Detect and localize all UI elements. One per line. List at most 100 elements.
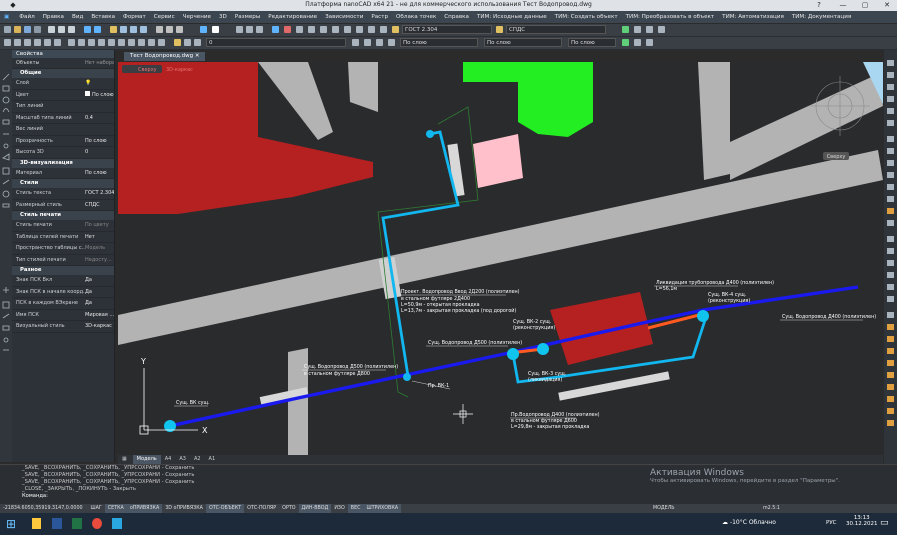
lock-icon[interactable]: [194, 39, 201, 46]
prop-row[interactable]: Высота 3D 0: [12, 147, 114, 159]
zoom-extents-icon[interactable]: [140, 26, 147, 33]
layout-tab[interactable]: A1: [205, 455, 220, 464]
menu-item[interactable]: Сервис: [150, 11, 179, 23]
excel-icon[interactable]: [72, 518, 82, 529]
prop-row[interactable]: Стиль печати По цвету: [12, 220, 114, 232]
word-icon[interactable]: [52, 518, 62, 529]
windows-start-icon[interactable]: ⊞: [6, 517, 16, 531]
menu-item[interactable]: Вид: [68, 11, 87, 23]
clock[interactable]: 13:13 30.12.2021: [846, 515, 878, 527]
prop-row[interactable]: Визуальный стиль 3D-каркас: [12, 321, 114, 333]
section-print[interactable]: Стиль печати: [12, 211, 114, 220]
prop-row[interactable]: Пространство таблицы с... Модель: [12, 243, 114, 255]
command-prompt[interactable]: Команда:: [0, 493, 897, 500]
prop-row[interactable]: Знак ПСК в начале коорд... Да: [12, 287, 114, 298]
prop-row[interactable]: Тип стилей печати Недосту...: [12, 255, 114, 266]
notifications-icon[interactable]: ▭: [880, 518, 889, 528]
annotation-scale[interactable]: m2.5:1: [760, 504, 783, 513]
status-toggle[interactable]: ШАГ: [87, 504, 104, 513]
new-file-icon[interactable]: [4, 26, 11, 33]
redo-icon[interactable]: [94, 26, 101, 33]
tool-icon[interactable]: [622, 39, 629, 46]
layout-tab[interactable]: A2: [190, 455, 205, 464]
menu-item[interactable]: Размеры: [231, 11, 264, 23]
cut-icon[interactable]: [48, 26, 55, 33]
modify-tools-icons[interactable]: [884, 50, 897, 464]
document-tab[interactable]: Тест Водопровод.dwg ✕: [124, 52, 206, 61]
print-icon[interactable]: [34, 26, 41, 33]
menu-item[interactable]: ТИМ: Автоматизация: [718, 11, 788, 23]
prop-row[interactable]: Стиль текста ГОСТ 2.304: [12, 188, 114, 200]
layer-prev-icon[interactable]: [352, 39, 359, 46]
menu-item[interactable]: Формат: [119, 11, 150, 23]
menu-app-icon[interactable]: ▣: [0, 11, 13, 23]
weather-widget[interactable]: ☁ -10°C Облачно: [722, 519, 776, 526]
status-toggle[interactable]: ОТС-ПОЛЯР: [244, 504, 279, 513]
prop-row[interactable]: Знак ПСК Вкл Да: [12, 275, 114, 287]
grid-icon[interactable]: [332, 26, 339, 33]
prop-row[interactable]: Размерный стиль СПДС: [12, 200, 114, 211]
minimize-icon[interactable]: —: [832, 0, 854, 11]
dim-style-select[interactable]: СПДС: [506, 25, 606, 34]
move-icon[interactable]: [68, 39, 75, 46]
paste-icon[interactable]: [68, 26, 75, 33]
undo-icon[interactable]: [84, 26, 91, 33]
color-select[interactable]: По слою: [400, 38, 478, 47]
explode-icon[interactable]: [158, 39, 165, 46]
prop-row[interactable]: ПСК в каждом ВЭкране Да: [12, 298, 114, 310]
section-styles[interactable]: Стили: [12, 179, 114, 188]
status-toggle[interactable]: ИЗО: [331, 504, 347, 513]
menu-item[interactable]: ТИМ: Документация: [788, 11, 855, 23]
view-icon[interactable]: [296, 26, 303, 33]
match-props-icon[interactable]: [176, 26, 183, 33]
pan-icon[interactable]: [110, 26, 117, 33]
section-general[interactable]: Общие: [12, 69, 114, 78]
tool-icon[interactable]: [634, 39, 641, 46]
drawing-canvas[interactable]: X Y Сущ. ВК сущ. Сущ. Водопровод Д500 (п…: [118, 62, 883, 455]
section-misc[interactable]: Разное: [12, 266, 114, 275]
drawing-viewport[interactable]: X Y Сущ. ВК сущ. Сущ. Водопровод Д500 (п…: [118, 62, 883, 455]
menu-item[interactable]: Редактирование: [264, 11, 321, 23]
section-3d-viz[interactable]: 3D-визуализация: [12, 158, 114, 168]
text-style-select[interactable]: ГОСТ 2.304: [402, 25, 492, 34]
layer-select[interactable]: 0: [206, 38, 346, 47]
prop-row[interactable]: Таблица стилей печати Нет: [12, 232, 114, 243]
menu-item[interactable]: Правка: [39, 11, 68, 23]
lineweight-select[interactable]: По слою: [568, 38, 616, 47]
tool-icon[interactable]: [658, 26, 665, 33]
select-icon[interactable]: [272, 26, 279, 33]
prop-row[interactable]: Тип линий: [12, 101, 114, 113]
rotate-icon[interactable]: [88, 39, 95, 46]
rectangle-icon[interactable]: [44, 39, 51, 46]
linetype-select[interactable]: По слою: [484, 38, 562, 47]
tool-icon[interactable]: [634, 26, 641, 33]
dim-aligned-icon[interactable]: [246, 26, 253, 33]
menu-item[interactable]: ТИМ: Исходные данные: [473, 11, 551, 23]
table-icon[interactable]: [380, 26, 387, 33]
trim-icon[interactable]: [118, 39, 125, 46]
dim-linear-icon[interactable]: [236, 26, 243, 33]
menu-item[interactable]: Растр: [367, 11, 392, 23]
measure-icon[interactable]: [284, 26, 291, 33]
render-icon[interactable]: [308, 26, 315, 33]
eye-icon[interactable]: [388, 39, 395, 46]
status-toggle[interactable]: ДИН-ВВОД: [298, 504, 332, 513]
prop-row[interactable]: Цвет По слою: [12, 90, 114, 101]
fillet-icon[interactable]: [148, 39, 155, 46]
properties-icon[interactable]: [156, 26, 163, 33]
arc-icon[interactable]: [24, 39, 31, 46]
menu-item[interactable]: Файл: [15, 11, 38, 23]
tool-icon[interactable]: [646, 26, 653, 33]
nanocad-icon[interactable]: [112, 518, 122, 529]
layout-nav-icon[interactable]: ▦: [118, 455, 131, 464]
prop-row[interactable]: Материал По слою: [12, 168, 114, 179]
lightbulb-icon[interactable]: [174, 39, 181, 46]
layout-tab[interactable]: A4: [161, 455, 176, 464]
status-toggle[interactable]: СЕТКА: [104, 504, 127, 513]
pointer-icon[interactable]: [212, 26, 219, 33]
menu-item[interactable]: ТИМ: Преобразовать в объект: [622, 11, 719, 23]
layers-icon[interactable]: [166, 26, 173, 33]
sun-icon[interactable]: [184, 39, 191, 46]
menu-item[interactable]: Черчение: [179, 11, 215, 23]
menu-item[interactable]: Справка: [440, 11, 473, 23]
